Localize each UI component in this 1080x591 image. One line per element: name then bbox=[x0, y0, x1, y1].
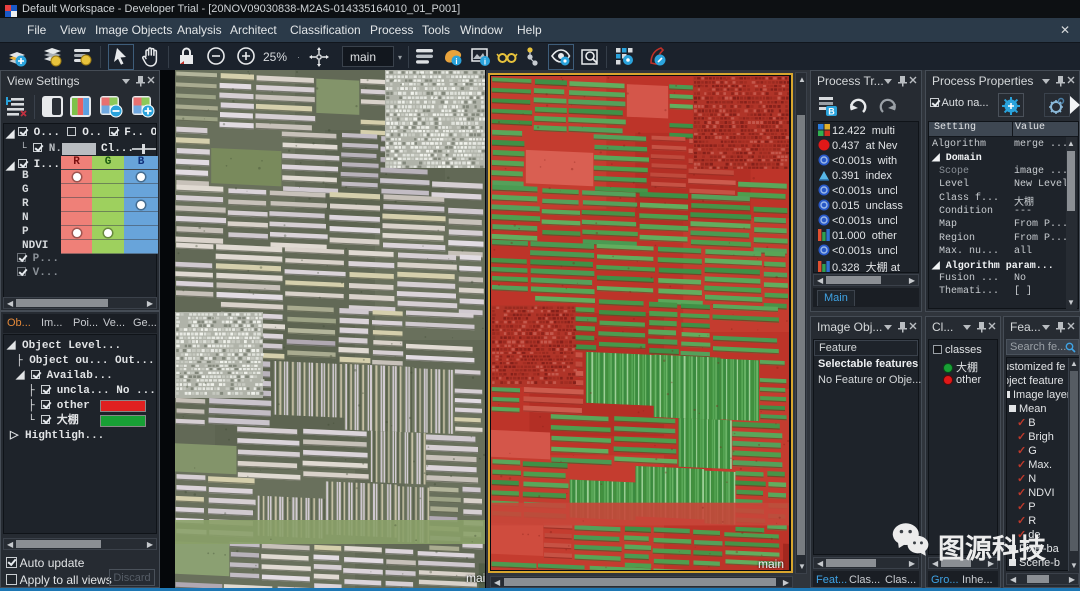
svg-text:B: B bbox=[828, 107, 835, 117]
svg-text:i: i bbox=[484, 58, 486, 67]
svg-text:i: i bbox=[455, 57, 457, 66]
